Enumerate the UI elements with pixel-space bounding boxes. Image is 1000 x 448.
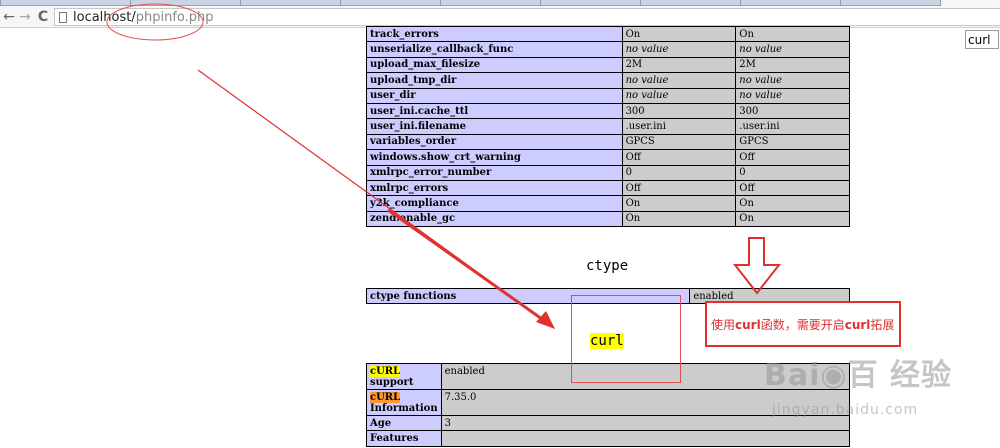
note-keyword: curl (844, 318, 871, 332)
note-text: 拓展 (870, 318, 895, 332)
note-keyword: curl (735, 318, 761, 332)
url-circle-annotation (106, 3, 204, 41)
note-text: 函数，需要开启 (760, 318, 845, 332)
watermark-url: jingyan.baidu.com (772, 402, 919, 418)
pointer-arrow-head (536, 311, 555, 329)
pointer-arrow-shaft (387, 208, 550, 326)
highlight-box-annotation (571, 295, 681, 383)
watermark-logo: Bai◉百 经验 (764, 358, 953, 393)
note-text: 使用 (711, 318, 736, 332)
down-arrow-icon (732, 237, 782, 295)
baidu-watermark: Bai◉百 经验 jingyan.baidu.com (764, 350, 953, 418)
annotation-note: 使用curl函数，需要开启curl拓展 (705, 301, 901, 347)
